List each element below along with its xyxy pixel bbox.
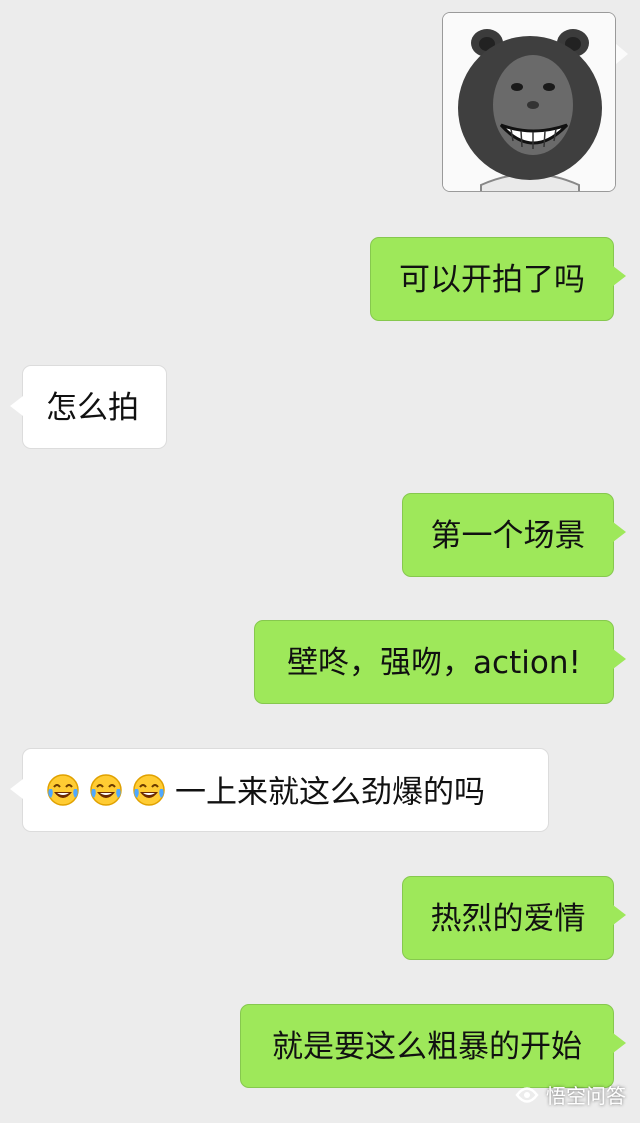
message-incoming[interactable]: 一上来就这么劲爆的吗 xyxy=(10,748,549,832)
sticker-bubble-tail xyxy=(616,44,628,64)
face-with-tears-of-joy-icon xyxy=(90,773,122,806)
message-incoming[interactable]: 怎么拍 xyxy=(10,365,167,449)
message-text: 一上来就这么劲爆的吗 xyxy=(175,774,485,811)
wukong-logo-icon xyxy=(515,1086,539,1103)
message-outgoing[interactable]: 可以开拍了吗 xyxy=(370,237,626,321)
face-with-tears-of-joy-icon xyxy=(133,773,165,806)
watermark: 悟空问答 xyxy=(514,1080,626,1109)
message-outgoing[interactable]: 热烈的爱情 xyxy=(402,876,626,960)
message-outgoing[interactable]: 壁咚，强吻，action! xyxy=(254,620,626,704)
grinning-bear-sticker-icon xyxy=(443,13,615,191)
face-with-tears-of-joy-icon xyxy=(47,773,79,806)
message-outgoing[interactable]: 第一个场景 xyxy=(402,493,626,577)
message-outgoing[interactable]: 就是要这么粗暴的开始 xyxy=(240,1004,626,1088)
watermark-text: 悟空问答 xyxy=(546,1084,626,1108)
sticker-message[interactable] xyxy=(442,12,616,192)
